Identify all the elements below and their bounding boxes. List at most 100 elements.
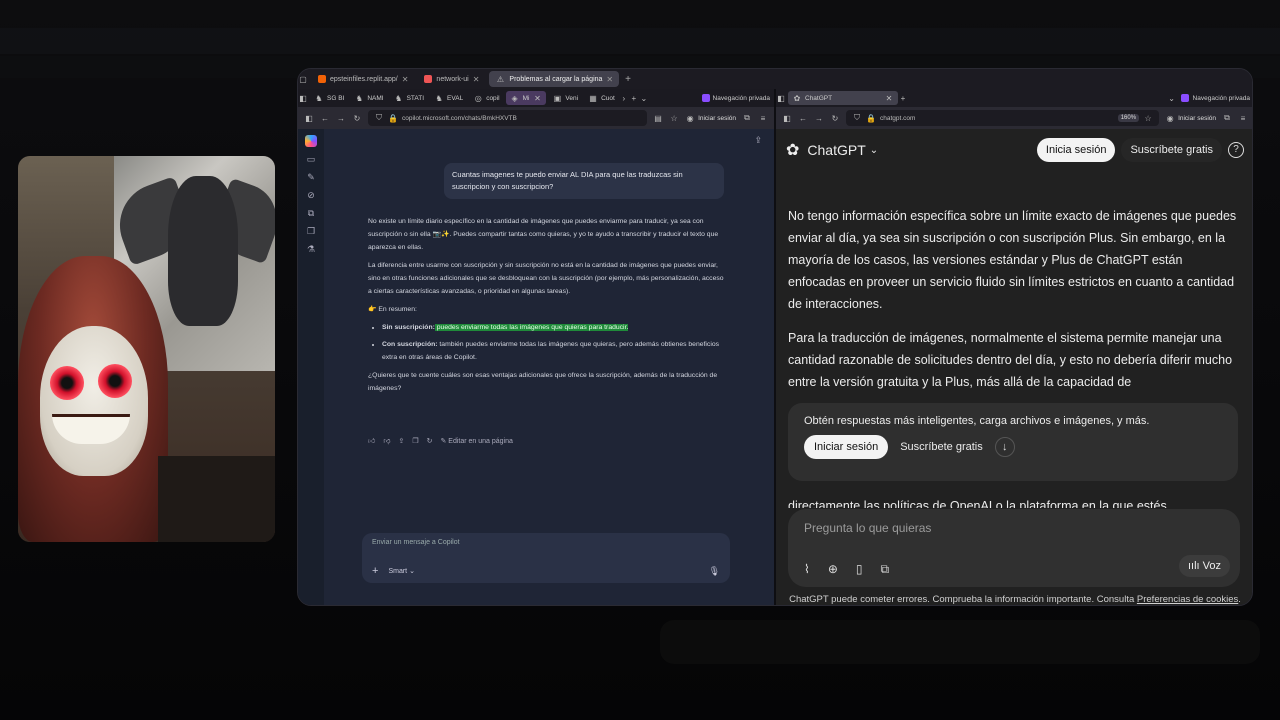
card-login-button[interactable]: Iniciar sesión (804, 435, 889, 459)
right-account-button[interactable]: ◉ Iniciar sesión (1165, 114, 1216, 123)
answer-partial-line: directamente las políticas de OpenAI o l… (788, 499, 1167, 508)
account-label: Iniciar sesión (1178, 114, 1216, 122)
zoom-level[interactable]: 160% (1117, 114, 1140, 122)
answer-paragraph: No existe un límite diario específico en… (368, 218, 719, 251)
tab-favicon-icon: ▣ (553, 93, 562, 103)
close-icon[interactable]: ✕ (473, 75, 480, 84)
copilot-conversation: ⇪ Cuantas imagenes te puedo enviar AL DI… (324, 129, 774, 605)
sidebar-icon[interactable]: ◧ (782, 114, 792, 123)
menu-icon[interactable]: ≡ (1238, 114, 1248, 123)
new-tab-icon[interactable]: + (619, 74, 637, 85)
window-menu-icon[interactable]: ▢ (298, 75, 308, 84)
close-icon[interactable]: ✕ (402, 75, 409, 84)
answer-question: ¿Quieres que te cuente cuáles son esas v… (368, 372, 718, 392)
window-tab-2[interactable]: network-ui ✕ (418, 71, 485, 87)
labs-icon[interactable]: ⚗ (307, 244, 315, 255)
forward-icon[interactable]: → (336, 114, 346, 123)
model-selector[interactable]: ChatGPT ⌄ (807, 142, 878, 158)
account-label: Iniciar sesión (698, 114, 736, 122)
voice-button[interactable]: ıılı Voz (1178, 555, 1230, 577)
right-tab-strip: ◧ ✿ ChatGPT ✕ + ⌄ Navegación privada (776, 89, 1252, 107)
library-icon[interactable]: ⧉ (308, 208, 314, 219)
composer-tools: + Smart ⌄ (372, 565, 415, 577)
right-url-bar[interactable]: ⛉ 🔒 chatgpt.com 160% ☆ (846, 110, 1160, 126)
login-button[interactable]: Inicia sesión (1036, 138, 1116, 162)
left-tab-3[interactable]: ♞ EVAL (430, 91, 467, 105)
edit-page-button[interactable]: ✎ Editar en una página (440, 437, 512, 445)
share-icon[interactable]: ⇪ (754, 135, 762, 146)
copy-icon[interactable]: ❐ (412, 437, 418, 445)
account-icon: ◉ (1166, 113, 1174, 123)
thumbs-down-icon[interactable]: 👎︎ (383, 436, 390, 445)
sidebar-toggle-icon[interactable]: ◧ (776, 94, 786, 103)
reload-icon[interactable]: ↻ (352, 114, 362, 123)
close-icon[interactable]: ✕ (532, 94, 542, 103)
left-tab-strip: ◧ ♞ SG BI ♞ NAMI ♞ STATI ♞ EVAL ◎ copil ◈ Mi ✕ … (298, 89, 774, 107)
extensions-icon[interactable]: ⧉ (1222, 113, 1232, 123)
back-icon[interactable]: ← (320, 114, 330, 123)
left-tab-1[interactable]: ♞ NAMI (350, 91, 387, 105)
left-tab-2[interactable]: ♞ STATI (390, 91, 428, 105)
card-signup-button[interactable]: Suscríbete gratis (894, 435, 989, 459)
answer-summary: 👉 En resumen: (368, 306, 417, 313)
sidebar-toggle-icon[interactable]: ◧ (298, 94, 308, 103)
add-icon[interactable]: + (372, 565, 378, 577)
chatgpt-answer: No tengo información específica sobre un… (788, 205, 1238, 405)
regenerate-icon[interactable]: ↻ (427, 437, 433, 445)
chatgpt-tab[interactable]: ✿ ChatGPT ✕ (788, 91, 898, 105)
edit-page-label: Editar en una página (448, 437, 513, 445)
window-tab-1[interactable]: epsteinfiles.replit.app/ ✕ (312, 71, 414, 87)
copilot-composer[interactable]: Enviar un mensaje a Copilot + Smart ⌄ 🎙︎ (362, 533, 730, 583)
left-url-bar[interactable]: ⛉ 🔒 copilot.microsoft.com/chats/BmkHXVTB (368, 110, 648, 126)
openai-logo-icon[interactable]: ✿ (786, 140, 799, 160)
book-icon[interactable]: ▯ (856, 562, 863, 577)
cookie-preferences-link[interactable]: Preferencias de cookies (1137, 594, 1238, 605)
window-tab-3[interactable]: ⚠ Problemas al cargar la página ✕ (489, 71, 620, 87)
chatgpt-input[interactable]: Pregunta lo que quieras ⌇ ⊕ ▯ ⧉ ıılı Voz (788, 509, 1240, 587)
sidebar-icon[interactable]: ◧ (304, 114, 314, 123)
reader-icon[interactable]: ▤ (653, 114, 663, 123)
mode-selector[interactable]: Smart ⌄ (388, 567, 415, 575)
chevron-down-icon[interactable]: ⌄ (639, 94, 649, 103)
sidebar-panel-icon[interactable]: ▭ (307, 154, 316, 165)
microphone-icon[interactable]: 🎙︎ (709, 566, 720, 577)
globe-icon[interactable]: ⊕ (828, 562, 838, 577)
image-icon[interactable]: ⧉ (881, 562, 890, 577)
menu-icon[interactable]: ≡ (758, 114, 768, 123)
chatgpt-header: ✿ ChatGPT ⌄ Inicia sesión Suscríbete grat… (776, 129, 1252, 171)
help-icon[interactable]: ? (1228, 142, 1244, 158)
left-tab-4[interactable]: ◎ copil (469, 91, 503, 105)
left-tab-0[interactable]: ♞ SG BI (310, 91, 348, 105)
left-tab-5[interactable]: ◈ Mi ✕ (505, 91, 547, 105)
back-icon[interactable]: ← (798, 114, 808, 123)
new-chat-icon[interactable]: ✎ (307, 172, 315, 183)
close-icon[interactable]: ✕ (884, 94, 894, 103)
background-blurred-toolbar (0, 28, 1280, 54)
left-account-button[interactable]: ◉ Iniciar sesión (685, 114, 736, 123)
mask-eye-right (98, 364, 132, 398)
chevron-down-icon: ⌄ (409, 568, 415, 575)
left-tab-6[interactable]: ▣ Veni (548, 91, 582, 105)
bookmark-star-icon[interactable]: ☆ (1143, 114, 1153, 123)
pages-icon[interactable]: ❐ (307, 226, 315, 237)
left-tab-7[interactable]: ▦ Cuot (584, 91, 619, 105)
forward-icon[interactable]: → (814, 114, 824, 123)
extensions-icon[interactable]: ⧉ (742, 113, 752, 123)
tab-favicon-icon: ♞ (395, 93, 403, 103)
reload-icon[interactable]: ↻ (830, 114, 840, 123)
attach-icon[interactable]: ⌇ (804, 562, 810, 577)
discover-icon[interactable]: ⊘ (307, 190, 315, 201)
thumbs-up-icon[interactable]: 👍︎ (368, 436, 375, 445)
copilot-logo-icon[interactable] (305, 135, 317, 147)
browser-window: ▢ epsteinfiles.replit.app/ ✕ network-ui … (297, 68, 1253, 606)
bookmark-star-icon[interactable]: ☆ (669, 114, 679, 123)
voice-label: Voz (1202, 560, 1221, 572)
chevron-right-icon[interactable]: › (619, 94, 629, 103)
share-icon[interactable]: ⇪ (398, 437, 404, 445)
close-icon[interactable]: ✕ (606, 75, 613, 84)
scroll-down-icon[interactable]: ↓ (994, 437, 1015, 457)
signup-button[interactable]: Suscríbete gratis (1121, 138, 1222, 162)
new-tab-icon[interactable]: + (629, 94, 639, 103)
new-tab-icon[interactable]: + (898, 94, 908, 103)
chevron-down-icon[interactable]: ⌄ (1167, 94, 1177, 103)
